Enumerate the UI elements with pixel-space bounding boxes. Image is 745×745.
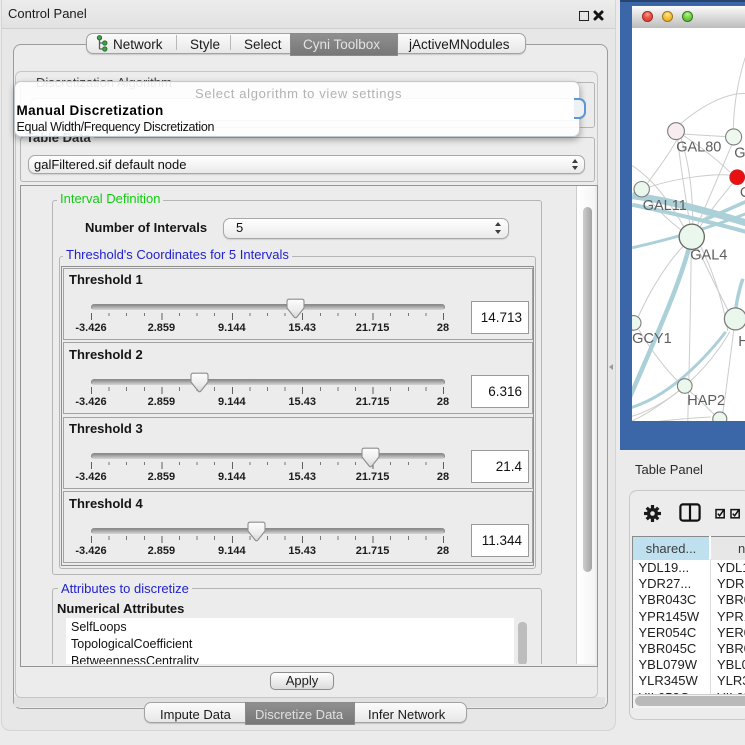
svg-text:CY: CY: [739, 185, 745, 201]
svg-text:GCY1: GCY1: [632, 330, 672, 346]
svg-text:GAL4: GAL4: [690, 247, 727, 263]
svg-text:HI: HI: [738, 333, 745, 349]
svg-text:GAL80: GAL80: [676, 139, 721, 155]
svg-text:GA: GA: [734, 145, 745, 161]
svg-text:HAP2: HAP2: [687, 392, 725, 408]
svg-text:GAL11: GAL11: [642, 198, 686, 214]
